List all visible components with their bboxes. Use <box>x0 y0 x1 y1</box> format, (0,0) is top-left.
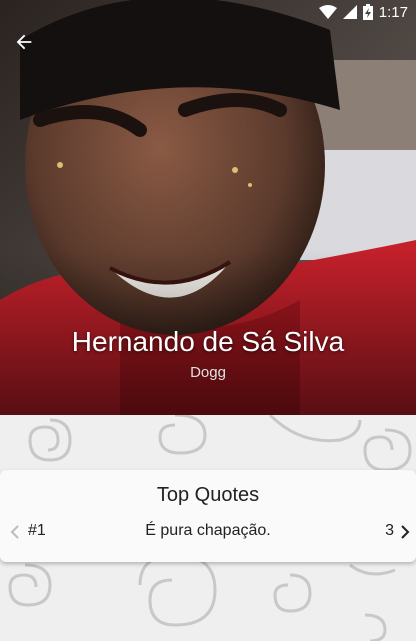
card-title: Top Quotes <box>156 484 260 506</box>
chevron-right-icon <box>401 525 410 539</box>
wifi-icon <box>318 5 337 19</box>
next-quote-button[interactable] <box>400 520 410 544</box>
quote-row: #1 É pura chapação. 3 <box>0 520 416 544</box>
profile-name: Hernando de Sá Silva <box>71 326 345 357</box>
quote-text: É pura chapação. <box>145 522 271 539</box>
battery-charging-icon <box>362 4 373 20</box>
status-bar: 1:17 <box>0 0 416 24</box>
back-button[interactable] <box>6 24 42 60</box>
signal-icon <box>342 5 357 19</box>
profile-subtitle: Dogg <box>190 364 226 381</box>
quote-total-count: 3 <box>385 522 394 539</box>
top-quotes-card: Top Quotes #1 É pura chapação. 3 <box>0 470 416 562</box>
arrow-left-icon <box>16 34 32 50</box>
status-time: 1:17 <box>378 3 408 21</box>
profile-header: Hernando de Sá Silva Dogg <box>0 0 416 415</box>
